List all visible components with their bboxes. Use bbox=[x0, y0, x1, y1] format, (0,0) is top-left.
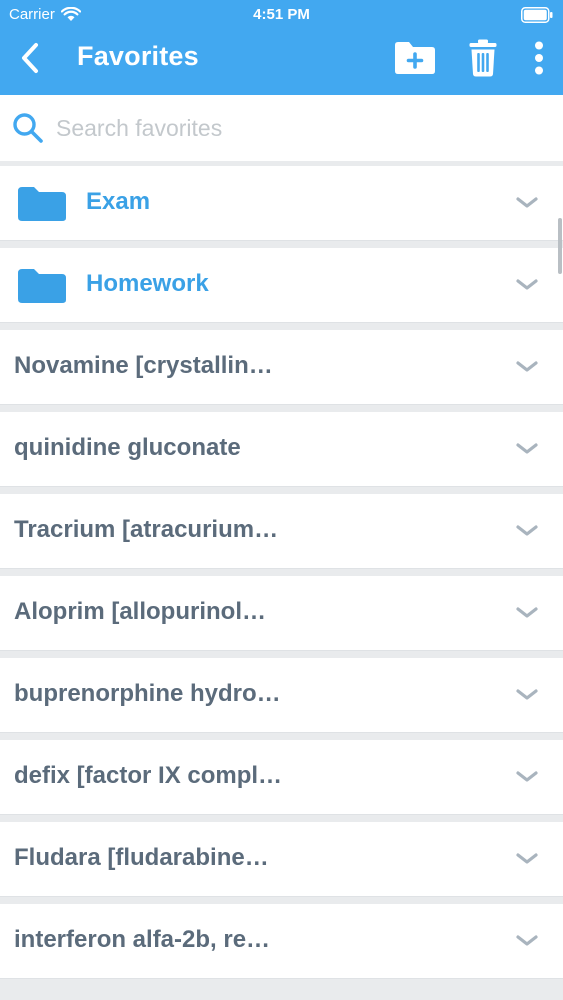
chevron-down-icon[interactable] bbox=[514, 604, 540, 622]
chevron-down-icon[interactable] bbox=[514, 440, 540, 458]
folder-item-exam[interactable]: Exam bbox=[0, 166, 563, 241]
favorites-list: Exam Homework Novamine [crystallin… quin… bbox=[0, 166, 563, 986]
chevron-down-icon[interactable] bbox=[514, 522, 540, 540]
new-folder-button[interactable] bbox=[392, 36, 438, 80]
favorite-label: quinidine gluconate bbox=[14, 434, 241, 461]
favorite-label: Tracrium [atracurium… bbox=[14, 516, 279, 543]
more-vertical-icon bbox=[535, 41, 543, 75]
folder-label: Exam bbox=[86, 188, 151, 215]
favorite-item[interactable]: Fludara [fludarabine… bbox=[0, 822, 563, 897]
favorite-label: Novamine [crystallin… bbox=[14, 352, 273, 379]
chevron-down-icon[interactable] bbox=[514, 194, 540, 212]
favorite-item[interactable]: interferon alfa-2b, re… bbox=[0, 904, 563, 979]
chevron-down-icon[interactable] bbox=[514, 686, 540, 704]
chevron-down-icon[interactable] bbox=[514, 850, 540, 868]
favorite-label: defix [factor IX compl… bbox=[14, 762, 283, 789]
header: Carrier 4:51 PM Favorites bbox=[0, 0, 563, 95]
chevron-left-icon bbox=[22, 43, 38, 73]
chevron-down-icon[interactable] bbox=[514, 768, 540, 786]
favorite-item[interactable]: buprenorphine hydro… bbox=[0, 658, 563, 733]
search-input[interactable] bbox=[56, 109, 546, 147]
chevron-down-icon[interactable] bbox=[514, 276, 540, 294]
folder-label: Homework bbox=[86, 270, 209, 297]
back-button[interactable] bbox=[10, 38, 50, 78]
favorite-label: Aloprim [allopurinol… bbox=[14, 598, 266, 625]
more-options-button[interactable] bbox=[524, 36, 554, 80]
delete-button[interactable] bbox=[462, 36, 504, 80]
favorite-label: buprenorphine hydro… bbox=[14, 680, 281, 707]
favorites-screen: Carrier 4:51 PM Favorites Search favorit… bbox=[0, 0, 563, 1000]
chevron-down-icon[interactable] bbox=[514, 932, 540, 950]
favorite-item[interactable]: defix [factor IX compl… bbox=[0, 740, 563, 815]
chevron-down-icon[interactable] bbox=[514, 358, 540, 376]
search-bar bbox=[0, 95, 563, 161]
page-title: Favorites bbox=[77, 41, 199, 71]
folder-plus-icon bbox=[395, 42, 435, 74]
favorite-item[interactable]: Tracrium [atracurium… bbox=[0, 494, 563, 569]
favorite-item[interactable]: Novamine [crystallin… bbox=[0, 330, 563, 405]
navigation-bar: Favorites bbox=[0, 30, 563, 95]
trash-icon bbox=[469, 39, 497, 77]
battery-icon bbox=[521, 7, 553, 23]
favorite-item[interactable]: Aloprim [allopurinol… bbox=[0, 576, 563, 651]
search-icon bbox=[13, 113, 43, 143]
folder-icon bbox=[18, 269, 66, 303]
folder-item-homework[interactable]: Homework bbox=[0, 248, 563, 323]
favorite-label: Fludara [fludarabine… bbox=[14, 844, 269, 871]
favorite-label: interferon alfa-2b, re… bbox=[14, 926, 271, 953]
folder-icon bbox=[18, 187, 66, 221]
scrollbar[interactable] bbox=[558, 218, 562, 274]
status-time: 4:51 PM bbox=[253, 6, 310, 23]
favorite-item[interactable]: quinidine gluconate bbox=[0, 412, 563, 487]
status-bar: Carrier 4:51 PM bbox=[0, 0, 563, 30]
